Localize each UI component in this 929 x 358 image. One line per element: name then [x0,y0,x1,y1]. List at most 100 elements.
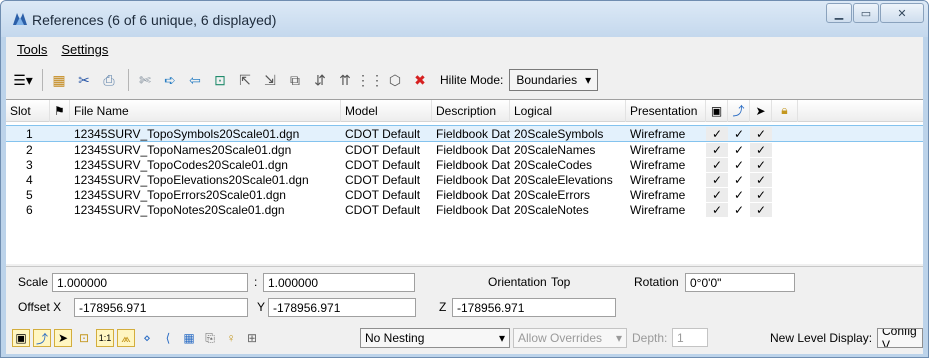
title-bar[interactable]: References (6 of 6 unique, 6 displayed) … [1,1,928,37]
move-icon[interactable]: ➪ [159,69,181,91]
cell-presentation: Wireframe [630,202,686,217]
menu-settings[interactable]: Settings [54,42,115,57]
delete-clip-icon[interactable]: ✖ [409,69,431,91]
mirror-h-icon[interactable]: ⇲ [259,69,281,91]
mirror-v-icon[interactable]: ⧉ [284,69,306,91]
lock-toggle-icon[interactable]: ⊡ [75,329,93,347]
locate-check[interactable]: ✓ [750,142,772,157]
cell-logical: 20ScaleNames [514,142,596,157]
header-lock[interactable]: 🔒︎ [772,99,798,122]
scale-line-styles-icon[interactable]: ⩕ [117,329,135,347]
header-display[interactable]: ▣ [706,99,728,122]
table-row[interactable]: 3 12345SURV_TopoCodes20Scale01.dgn CDOT … [6,157,923,172]
table-row[interactable]: 1 12345SURV_TopoSymbols20Scale01.dgn CDO… [6,125,923,142]
cell-logical: 20ScaleCodes [514,157,593,172]
scale-ref-field[interactable]: 1.000000 [263,273,415,292]
header-slot[interactable]: Slot [6,99,50,122]
table-row[interactable]: 2 12345SURV_TopoNames20Scale01.dgn CDOT … [6,142,923,157]
sheet-icon[interactable]: ⊞ [243,329,261,347]
light-bulb-icon[interactable]: ♀ [222,329,240,347]
close-button[interactable]: ✕ [880,3,924,23]
ignore-attachment-icon[interactable]: ⋄ [138,329,156,347]
maximize-button[interactable]: ▭ [853,3,879,23]
rotation-label: Rotation [634,275,679,289]
display-toggle-icon[interactable]: ▣ [12,329,30,347]
clip-front-icon[interactable]: ⋮⋮ [356,69,384,91]
display-check[interactable]: ✓ [706,172,728,187]
use-lights-icon[interactable]: ⟨ [159,329,177,347]
models-icon[interactable]: ⬡ [384,69,406,91]
clip-mask-icon[interactable]: ⇈ [334,69,356,91]
orientation-label: Orientation [488,275,547,289]
new-level-display-select[interactable]: Config V [877,328,923,348]
new-level-display-value: Config V [882,328,917,348]
attach-icon[interactable]: ▦ [48,69,70,91]
references-window: References (6 of 6 unique, 6 displayed) … [0,0,929,358]
menu-settings-label: Settings [61,41,109,57]
menu-tools[interactable]: Tools [10,42,54,57]
offset-z-field[interactable]: -178956.971 [452,298,616,317]
clip-boundary-icon[interactable]: ⇵ [309,69,331,91]
levels-icon[interactable]: ⎘ [201,329,219,347]
rotation-field[interactable]: 0°0'0" [685,273,795,292]
scale-icon[interactable]: ⊡ [209,69,231,91]
table-row[interactable]: 6 12345SURV_TopoNotes20Scale01.dgn CDOT … [6,202,923,217]
header-file-name[interactable]: File Name [70,99,341,122]
reload-icon[interactable]: ⎙ [98,69,120,91]
raster-grid-icon[interactable]: ▦ [180,329,198,347]
cell-slot: 3 [26,157,33,172]
display-check[interactable]: ✓ [706,126,728,141]
snap-check[interactable]: ✓ [728,173,750,187]
nesting-select[interactable]: No Nesting ▾ [360,328,510,348]
table-row[interactable]: 5 12345SURV_TopoErrors20Scale01.dgn CDOT… [6,187,923,202]
display-check[interactable]: ✓ [706,187,728,202]
display-check[interactable]: ✓ [706,157,728,172]
cell-slot: 1 [26,126,33,141]
detach-icon[interactable]: ✂ [73,69,95,91]
locate-check[interactable]: ✓ [750,202,772,217]
header-snap[interactable]: ⤴ [728,99,750,122]
snap-check[interactable]: ✓ [728,188,750,202]
minimize-button[interactable]: ▁ [826,3,852,23]
flag-icon: ⚑ [54,103,65,118]
locate-icon: ➤ [755,103,766,118]
locate-toggle-icon[interactable]: ➤ [54,329,72,347]
locate-check[interactable]: ✓ [750,126,772,141]
table-row[interactable]: 4 12345SURV_TopoElevations20Scale01.dgn … [6,172,923,187]
exchange-icon[interactable]: ✄ [134,69,156,91]
header-model[interactable]: Model [341,99,432,122]
window-title: References (6 of 6 unique, 6 displayed) [32,12,277,28]
display-check[interactable]: ✓ [706,202,728,217]
true-scale-icon[interactable]: 1:1 [96,329,114,347]
snap-check[interactable]: ✓ [728,158,750,172]
locate-check[interactable]: ✓ [750,172,772,187]
cell-file-name: 12345SURV_TopoCodes20Scale01.dgn [74,157,288,172]
cell-logical: 20ScaleErrors [514,187,591,202]
header-description[interactable]: Description [432,99,510,122]
snap-toggle-icon[interactable]: ⤴ [33,329,51,347]
offset-x-field[interactable]: -178956.971 [74,298,248,317]
cell-description: Fieldbook Data [436,187,510,202]
snap-check[interactable]: ✓ [728,203,750,217]
copy-icon[interactable]: ⇦ [184,69,206,91]
locate-check[interactable]: ✓ [750,187,772,202]
rotate-icon[interactable]: ⇱ [234,69,256,91]
locate-check[interactable]: ✓ [750,157,772,172]
snap-check[interactable]: ✓ [728,143,750,157]
hilite-mode-select[interactable]: Boundaries ▾ [509,69,599,91]
display-check[interactable]: ✓ [706,142,728,157]
list-view-icon[interactable]: ☰▾ [12,69,34,91]
scale-master-field[interactable]: 1.000000 [52,273,248,292]
header-logical[interactable]: Logical [510,99,626,122]
cell-file-name: 12345SURV_TopoNames20Scale01.dgn [74,142,292,157]
cell-presentation: Wireframe [630,142,686,157]
offset-y-field[interactable]: -178956.971 [268,298,416,317]
cell-description: Fieldbook Data [436,126,510,141]
header-flag[interactable]: ⚑ [50,99,70,122]
table-header: Slot ⚑ File Name Model Description Logic… [6,99,923,122]
cell-description: Fieldbook Data [436,202,510,217]
header-presentation[interactable]: Presentation [626,99,706,122]
snap-check[interactable]: ✓ [728,127,750,141]
cell-slot: 2 [26,142,33,157]
header-locate[interactable]: ➤ [750,99,772,122]
